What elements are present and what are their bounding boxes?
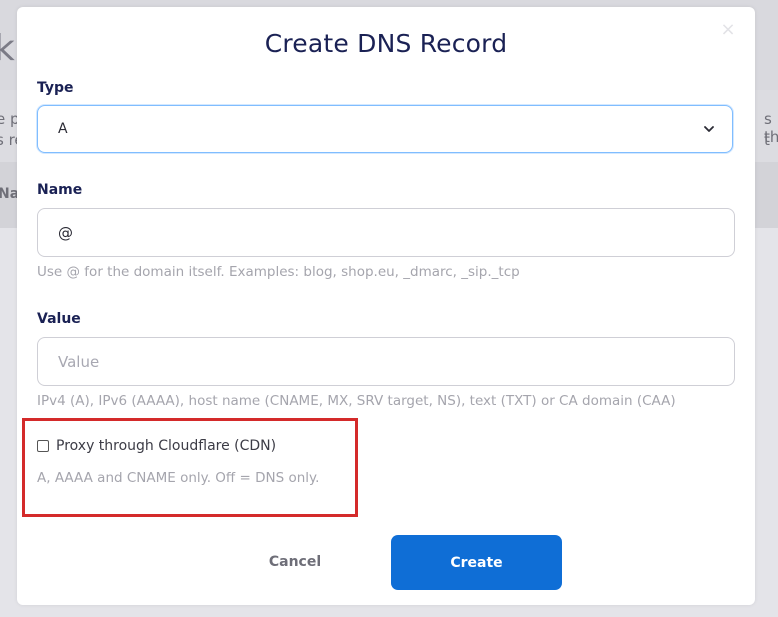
value-help-text: IPv4 (A), IPv6 (AAAA), host name (CNAME,…: [37, 393, 676, 409]
type-select[interactable]: A: [37, 105, 733, 153]
value-label: Value: [37, 311, 81, 327]
name-input[interactable]: [37, 208, 735, 257]
name-label: Name: [37, 182, 83, 198]
name-help-text: Use @ for the domain itself. Examples: b…: [37, 264, 520, 280]
proxy-checkbox-label: Proxy through Cloudflare (CDN): [56, 438, 277, 454]
chevron-down-icon: [704, 126, 714, 132]
cancel-button[interactable]: Cancel: [245, 536, 345, 588]
type-selected-value: A: [58, 121, 68, 137]
close-icon[interactable]: ×: [718, 20, 738, 40]
type-label: Type: [37, 80, 74, 96]
background-title: k: [0, 28, 15, 69]
highlight-annotation: [22, 418, 358, 517]
dialog-title: Create DNS Record: [264, 29, 508, 58]
proxy-checkbox[interactable]: [37, 440, 49, 452]
create-button[interactable]: Create: [391, 535, 562, 590]
proxy-checkbox-row[interactable]: Proxy through Cloudflare (CDN): [37, 438, 276, 454]
proxy-help-text: A, AAAA and CNAME only. Off = DNS only.: [37, 470, 320, 486]
create-dns-record-dialog: Create DNS Record × Type A Name Use @ fo…: [17, 7, 755, 605]
background-text: t: [764, 131, 770, 149]
value-input[interactable]: [37, 337, 735, 386]
